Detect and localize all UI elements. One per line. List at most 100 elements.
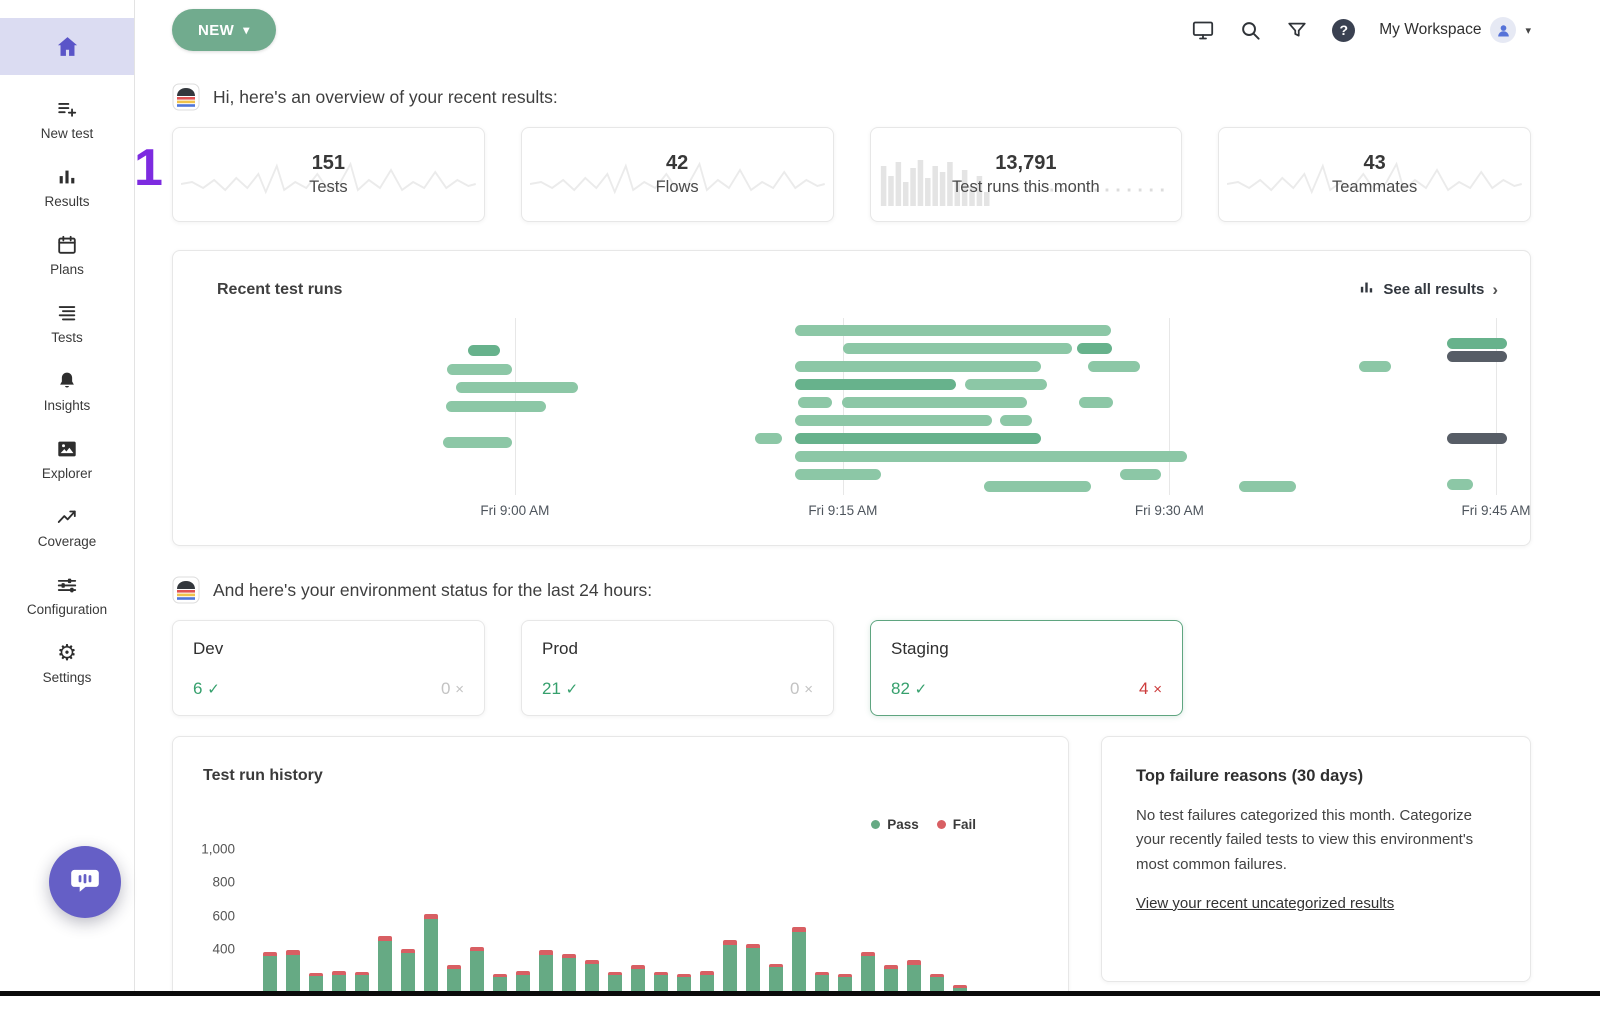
logo-icon [172, 576, 200, 604]
stat-card-flows[interactable]: 42Flows [521, 127, 834, 222]
test-run-history-card: Test run history PassFail 1,000800600400 [172, 736, 1069, 1018]
gantt-time-label: Fri 9:15 AM [808, 503, 877, 518]
recent-runs-title: Recent test runs [217, 281, 342, 299]
chat-launcher-button[interactable] [49, 846, 121, 918]
gantt-time-label: Fri 9:45 AM [1461, 503, 1530, 518]
new-button[interactable]: NEW ▾ [172, 9, 276, 51]
test-run-bar[interactable] [965, 379, 1046, 390]
legend-fail: Fail [937, 817, 976, 832]
env-card-staging[interactable]: Staging82 ✓4 × [870, 620, 1183, 716]
fail-count: 0 × [441, 679, 464, 699]
main-content: NEW ▾ ? My Workspace [135, 0, 1600, 1018]
chat-bubble-icon [68, 863, 102, 902]
fail-count: 4 × [1139, 679, 1162, 699]
sidebar-item-label: Plans [50, 262, 84, 277]
sidebar-item-settings[interactable]: ⚙Settings [0, 632, 134, 695]
test-run-bar[interactable] [795, 433, 1042, 444]
sidebar-item-explorer[interactable]: Explorer [0, 428, 134, 491]
sidebar-item-results[interactable]: Results [0, 156, 134, 219]
test-run-bar[interactable] [1077, 343, 1112, 354]
sidebar-item-home[interactable] [0, 18, 134, 75]
cross-icon: × [1153, 681, 1162, 698]
stats-row: 151Tests 42Flows 13,791Test runs this mont… [172, 127, 1531, 222]
test-run-bar[interactable] [468, 345, 500, 356]
stat-label: Flows [656, 178, 699, 197]
test-run-bar[interactable] [755, 433, 782, 444]
test-run-bar[interactable] [1359, 361, 1391, 372]
gantt-time-label: Fri 9:30 AM [1135, 503, 1204, 518]
history-legend: PassFail [871, 817, 976, 832]
test-run-bar[interactable] [795, 451, 1187, 462]
test-run-bar[interactable] [447, 364, 512, 375]
sidebar-item-label: Configuration [27, 602, 107, 617]
stat-value: 43 [1364, 152, 1386, 175]
new-button-label: NEW [198, 22, 234, 39]
test-run-bar[interactable] [1447, 479, 1474, 490]
chevron-right-icon: › [1492, 280, 1498, 300]
test-run-bar[interactable] [798, 397, 833, 408]
workspace-menu[interactable]: My Workspace ▾ [1379, 17, 1531, 43]
overview-heading-row: Hi, here's an overview of your recent re… [172, 83, 1531, 111]
tests-icon [56, 301, 78, 325]
sidebar-item-plans[interactable]: Plans [0, 224, 134, 287]
environment-heading-row: And here's your environment status for t… [172, 576, 1531, 604]
gantt-chart: Fri 9:00 AMFri 9:15 AMFri 9:30 AMFri 9:4… [191, 318, 1524, 495]
stat-card-teammates[interactable]: 43Teammates [1218, 127, 1531, 222]
test-run-bar[interactable] [795, 361, 1042, 372]
y-axis-tick: 1,000 [201, 842, 235, 857]
test-run-bar[interactable] [1088, 361, 1140, 372]
sidebar-item-label: Insights [44, 398, 91, 413]
search-icon[interactable] [1239, 19, 1262, 42]
check-icon: ✓ [566, 681, 579, 698]
sidebar-item-label: Results [44, 194, 89, 209]
test-run-bar[interactable] [456, 382, 577, 393]
stat-value: 151 [312, 152, 345, 175]
sidebar-item-coverage[interactable]: Coverage [0, 496, 134, 559]
filter-icon[interactable] [1286, 19, 1308, 41]
test-run-bar[interactable] [795, 379, 956, 390]
test-run-bar[interactable] [446, 401, 546, 412]
test-run-bar[interactable] [984, 481, 1091, 492]
test-run-bar[interactable] [1079, 397, 1114, 408]
test-run-bar[interactable] [1000, 415, 1032, 426]
sidebar-item-tests[interactable]: Tests [0, 292, 134, 355]
uncategorized-results-link[interactable]: View your recent uncategorized results [1136, 895, 1394, 912]
help-icon[interactable]: ? [1332, 19, 1355, 42]
test-run-bar[interactable] [1239, 481, 1296, 492]
history-plot: 1,000800600400 [201, 836, 1041, 1016]
recent-runs-header: Recent test runs See all results › [173, 251, 1530, 300]
test-run-bar[interactable] [443, 437, 512, 448]
sidebar-item-new-test[interactable]: New test [0, 88, 134, 151]
screenshot-edge-line [0, 991, 1600, 996]
test-run-bar[interactable] [795, 325, 1111, 336]
sidebar-item-insights[interactable]: Insights [0, 360, 134, 423]
sidebar-item-label: Settings [43, 670, 92, 685]
failure-reasons-title: Top failure reasons (30 days) [1136, 767, 1496, 786]
y-axis-tick: 400 [201, 942, 235, 957]
test-run-bar[interactable] [1447, 338, 1507, 349]
test-run-bar[interactable] [1447, 433, 1507, 444]
stat-card-tests[interactable]: 151Tests [172, 127, 485, 222]
stat-card-test-runs-this-month[interactable]: 13,791Test runs this month [870, 127, 1183, 222]
overview-greeting: Hi, here's an overview of your recent re… [213, 87, 558, 108]
test-run-bar[interactable] [1447, 351, 1507, 362]
configuration-icon [56, 573, 78, 597]
legend-dot-icon [871, 820, 880, 829]
test-run-bar[interactable] [843, 343, 1072, 354]
legend-dot-icon [937, 820, 946, 829]
env-card-prod[interactable]: Prod21 ✓0 × [521, 620, 834, 716]
cross-icon: × [455, 681, 464, 698]
results-mini-icon [1358, 279, 1375, 300]
new-test-icon [56, 97, 78, 121]
test-run-bar[interactable] [795, 469, 882, 480]
see-all-results-link[interactable]: See all results › [1358, 279, 1498, 300]
display-icon[interactable] [1191, 18, 1215, 42]
test-run-bar[interactable] [795, 415, 992, 426]
topbar: NEW ▾ ? My Workspace [172, 0, 1531, 60]
test-run-bar[interactable] [842, 397, 1027, 408]
test-run-bar[interactable] [1120, 469, 1161, 480]
env-card-dev[interactable]: Dev6 ✓0 × [172, 620, 485, 716]
check-icon: ✓ [207, 681, 220, 698]
sidebar-item-configuration[interactable]: Configuration [0, 564, 134, 627]
results-icon [56, 165, 78, 189]
